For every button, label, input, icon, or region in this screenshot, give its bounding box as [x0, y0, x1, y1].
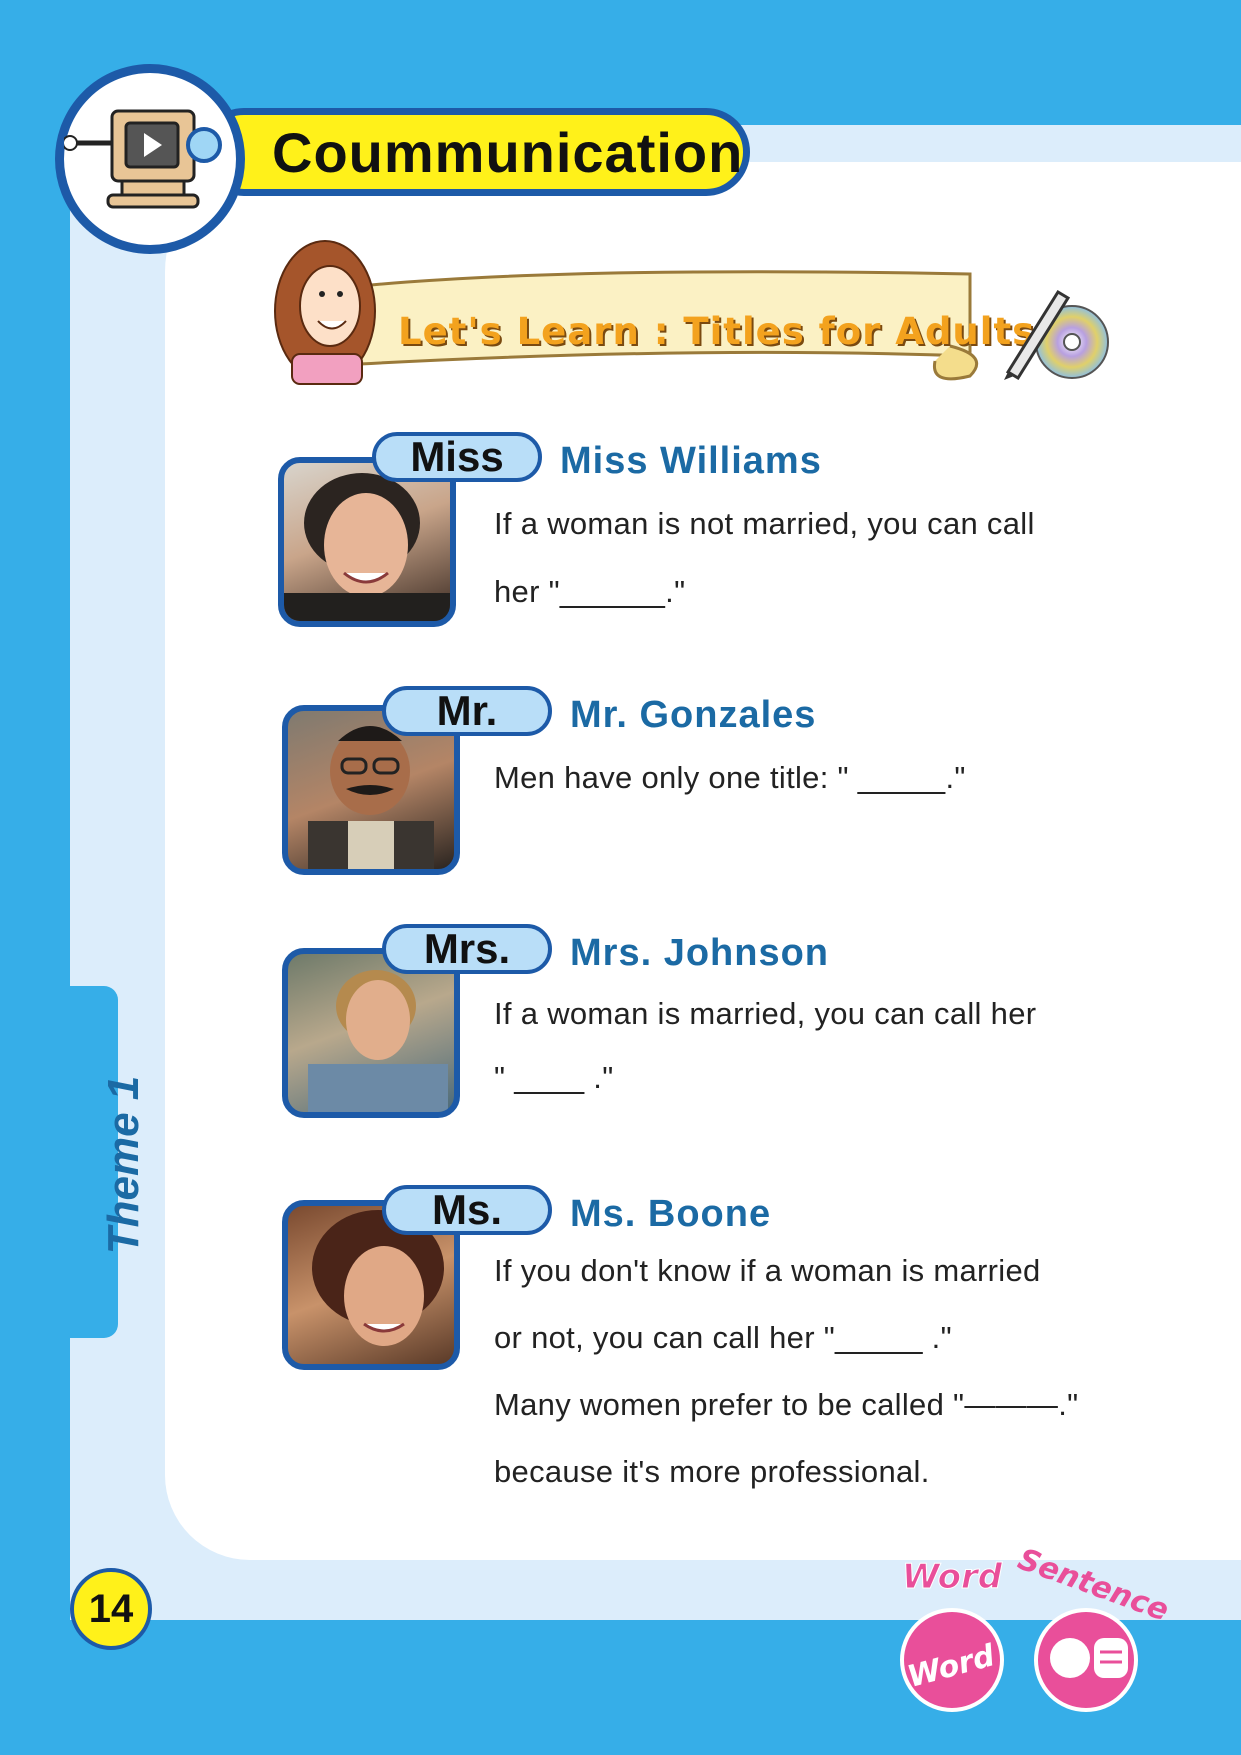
title-tab-ms: Ms. [382, 1185, 552, 1235]
entry-text-line: Many women prefer to be called "———." [494, 1387, 1079, 1422]
title-tab-mr: Mr. [382, 686, 552, 736]
theme-label: Theme 1 [99, 1075, 148, 1255]
entry-text-line: Men have only one title: " _____." [494, 760, 966, 795]
page-number: 14 [70, 1568, 152, 1650]
entry-text-line: or not, you can call her "_____ ." [494, 1320, 952, 1355]
banner-title: Let's Learn : Titles for Adults [398, 310, 1036, 353]
left-border [0, 0, 70, 1755]
miss-williams-photo [278, 457, 456, 627]
title-tab-mrs: Mrs. [382, 924, 552, 974]
audio-cd-icon[interactable] [1000, 280, 1120, 380]
word-sentence-stickers: Word Word Sentence [900, 1548, 1173, 1712]
entry-name: Miss Williams [560, 440, 822, 482]
entry-text-line: " ____ ." [494, 1060, 614, 1095]
page-title: Coummunication [272, 121, 744, 184]
entry-text-line: If you don't know if a woman is married [494, 1253, 1041, 1288]
entry-name: Ms. Boone [570, 1193, 772, 1235]
entry-name: Mrs. Johnson [570, 932, 830, 974]
sticker-word-label: Word [902, 1557, 1003, 1597]
entry-text-line: her "______." [494, 574, 686, 609]
title-tab-miss: Miss [372, 432, 542, 482]
entry-name: Mr. Gonzales [570, 694, 817, 736]
computer-mascot-logo [55, 64, 245, 254]
entry-text-line: If a woman is married, you can call her [494, 996, 1037, 1031]
entry-text-line: because it's more professional. [494, 1454, 930, 1489]
entry-text-line: If a woman is not married, you can call [494, 506, 1035, 541]
computer-mascot-icon [62, 109, 222, 209]
